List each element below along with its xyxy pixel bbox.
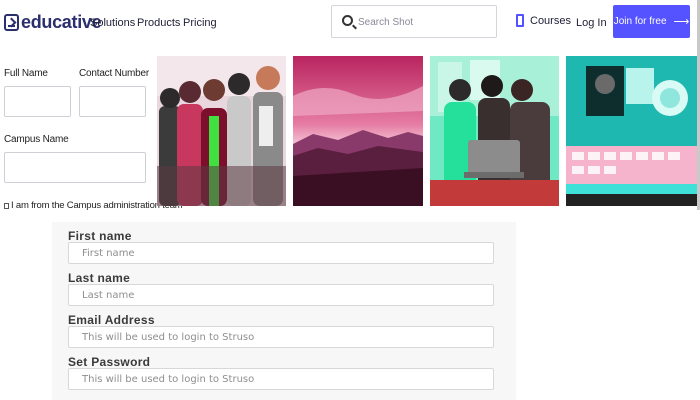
email-field[interactable] bbox=[68, 326, 494, 348]
admin-checkbox-row[interactable]: I am from the Campus administration team bbox=[4, 200, 183, 211]
join-for-free-button[interactable]: Join for free ⟶ bbox=[613, 5, 690, 38]
nav-pricing[interactable]: Pricing bbox=[183, 17, 217, 29]
contact-number-input[interactable] bbox=[79, 86, 146, 117]
full-name-input[interactable] bbox=[4, 86, 71, 117]
top-nav: educative Solutions Products Pricing Cou… bbox=[0, 0, 700, 44]
search-input[interactable] bbox=[358, 11, 492, 33]
students-laptop-photo bbox=[430, 56, 559, 206]
first-name-label: First name bbox=[68, 229, 132, 243]
courses-label: Courses bbox=[530, 14, 571, 27]
classroom-collage-photo bbox=[566, 56, 697, 206]
password-field[interactable] bbox=[68, 368, 494, 390]
signup-form: First name Last name Email Address Set P… bbox=[52, 222, 516, 400]
campus-name-label: Campus Name bbox=[4, 134, 69, 145]
last-name-input[interactable] bbox=[68, 284, 494, 306]
first-name-input[interactable] bbox=[68, 242, 494, 264]
admin-checkbox[interactable] bbox=[4, 202, 9, 209]
full-name-label: Full Name bbox=[4, 68, 48, 79]
search-box[interactable] bbox=[331, 5, 497, 38]
mountain-landscape-photo bbox=[293, 56, 423, 206]
password-label: Set Password bbox=[68, 355, 151, 369]
students-group-photo bbox=[157, 56, 286, 206]
tablet-icon bbox=[516, 14, 524, 27]
nav-products[interactable]: Products bbox=[137, 17, 180, 29]
educative-logo[interactable]: educative bbox=[4, 12, 102, 32]
last-name-label: Last name bbox=[68, 271, 131, 285]
join-label: Join for free bbox=[613, 16, 667, 27]
contact-number-label: Contact Number bbox=[79, 68, 150, 79]
email-label: Email Address bbox=[68, 313, 155, 327]
nav-solutions[interactable]: Solutions bbox=[90, 17, 135, 29]
campus-name-input[interactable] bbox=[4, 152, 146, 183]
courses-link[interactable]: Courses bbox=[516, 14, 571, 27]
educative-logo-icon bbox=[4, 13, 19, 31]
arrow-right-icon: ⟶ bbox=[673, 16, 690, 28]
login-link[interactable]: Log In bbox=[576, 17, 607, 29]
search-icon bbox=[342, 15, 353, 26]
